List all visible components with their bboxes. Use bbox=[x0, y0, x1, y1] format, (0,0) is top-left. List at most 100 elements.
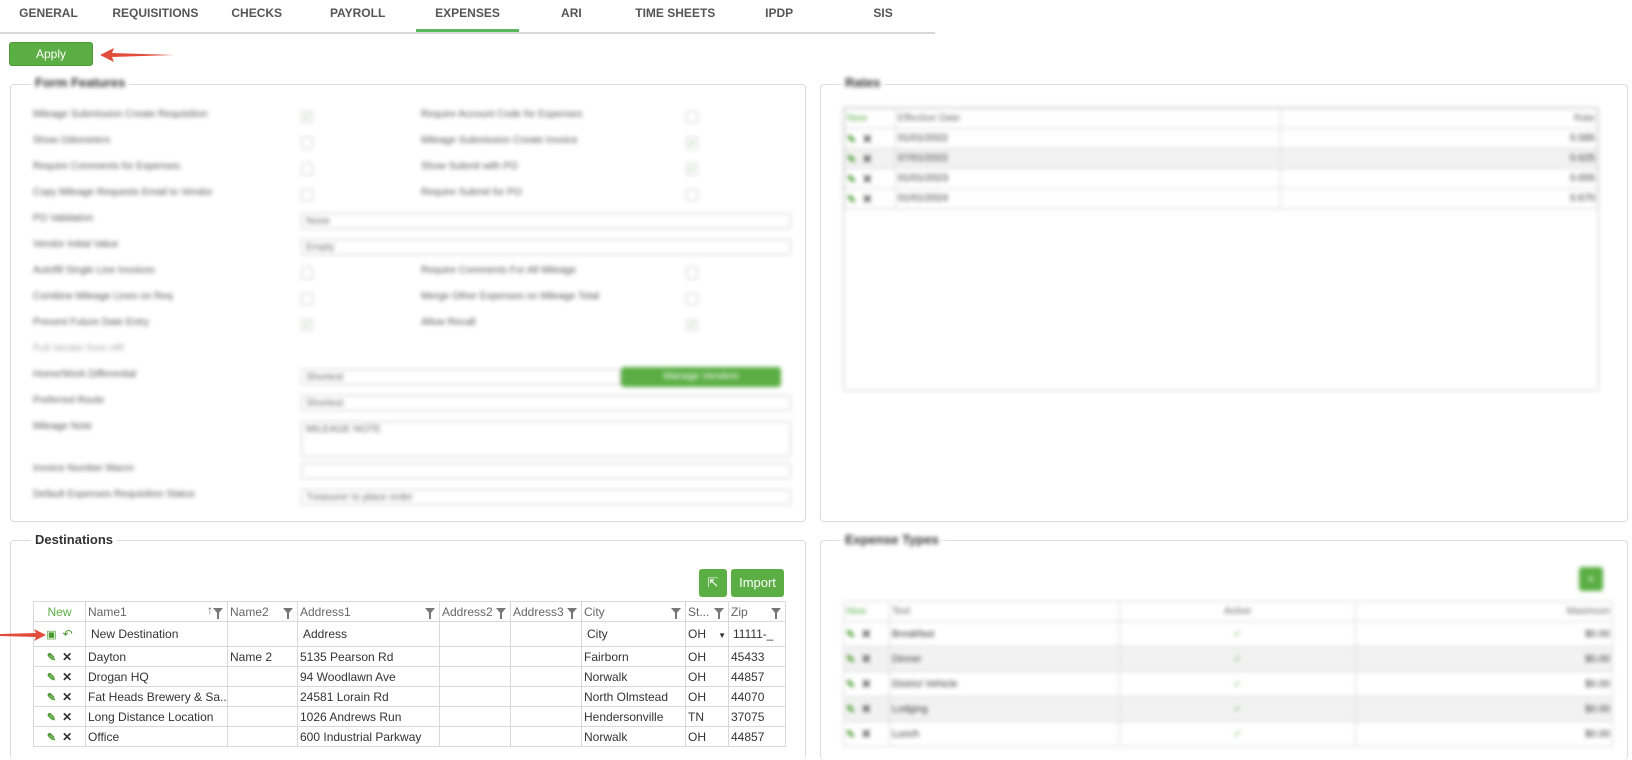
manage-vendors-button[interactable]: Manage Vendors bbox=[621, 367, 781, 387]
filter-icon[interactable] bbox=[714, 608, 724, 619]
ff-checkbox[interactable] bbox=[686, 111, 698, 123]
ff-checkbox[interactable] bbox=[301, 267, 313, 279]
rates-row-actions[interactable]: ✎ ✕ bbox=[844, 148, 896, 169]
ff-checkbox[interactable]: ✓ bbox=[301, 111, 313, 123]
expense-max-header[interactable]: Maximum bbox=[1355, 601, 1613, 622]
tab-ipdp[interactable]: IPDP bbox=[727, 0, 831, 32]
filter-icon[interactable] bbox=[567, 608, 577, 619]
ff-select[interactable]: Shortest bbox=[301, 395, 791, 411]
delete-icon[interactable]: ✕ bbox=[62, 710, 72, 724]
filter-icon[interactable] bbox=[283, 608, 293, 619]
ff-checkbox[interactable] bbox=[301, 137, 313, 149]
add-expense-type-button[interactable]: + bbox=[1579, 567, 1603, 591]
col-header-name1[interactable]: Name1 ↑ bbox=[85, 601, 228, 622]
name2-input[interactable] bbox=[227, 621, 298, 647]
ff-checkbox[interactable]: ✓ bbox=[686, 163, 698, 175]
col-header-address3[interactable]: Address3 bbox=[510, 601, 582, 622]
expense-row-actions[interactable]: ✎ ✕ bbox=[843, 621, 890, 647]
table-row[interactable]: ✎ ✕ Long Distance Location 1026 Andrews R… bbox=[33, 706, 786, 727]
zip-input[interactable]: 11111-_ bbox=[728, 621, 786, 647]
name1-input[interactable]: New Destination bbox=[85, 621, 228, 647]
filter-icon[interactable] bbox=[496, 608, 506, 619]
ff-select[interactable]: Empty bbox=[301, 239, 791, 255]
cell-state: OH bbox=[685, 666, 729, 687]
col-header-zip[interactable]: Zip bbox=[728, 601, 786, 622]
ff-checkbox[interactable] bbox=[686, 267, 698, 279]
ff-select[interactable]: Shortest bbox=[301, 369, 621, 385]
rates-row-actions[interactable]: ✎ ✕ bbox=[844, 168, 896, 189]
rates-row-actions[interactable]: ✎ ✕ bbox=[844, 188, 896, 209]
filter-icon[interactable] bbox=[771, 608, 781, 619]
rates-rate-header[interactable]: Rate bbox=[1280, 108, 1598, 129]
expense-row-actions[interactable]: ✎ ✕ bbox=[843, 671, 890, 697]
expense-row-actions[interactable]: ✎ ✕ bbox=[843, 696, 890, 722]
ff-checkbox[interactable] bbox=[301, 189, 313, 201]
ff-label: Invoice Number Macro bbox=[33, 463, 134, 474]
address3-input[interactable] bbox=[510, 621, 582, 647]
apply-button[interactable]: Apply bbox=[9, 42, 93, 66]
undo-icon[interactable]: ↶ bbox=[63, 627, 73, 641]
rates-date-header[interactable]: Effective Date bbox=[895, 108, 1281, 129]
edit-icon[interactable]: ✎ bbox=[47, 732, 56, 744]
cell-name1: Fat Heads Brewery & Sa... bbox=[85, 686, 228, 707]
tab-requisitions[interactable]: REQUISITIONS bbox=[97, 0, 214, 32]
tab-sis[interactable]: SIS bbox=[831, 0, 935, 32]
ff-checkbox[interactable] bbox=[686, 189, 698, 201]
tab-general[interactable]: GENERAL bbox=[0, 0, 97, 32]
ff-checkbox[interactable]: ✓ bbox=[301, 319, 313, 331]
col-header-city[interactable]: City bbox=[581, 601, 686, 622]
import-button[interactable]: Import bbox=[731, 569, 784, 597]
filter-icon[interactable] bbox=[213, 608, 223, 619]
export-button[interactable]: ⇱ bbox=[699, 569, 727, 597]
address2-input[interactable] bbox=[439, 621, 511, 647]
expense-new-header[interactable]: New bbox=[843, 601, 890, 622]
filter-icon[interactable] bbox=[425, 608, 435, 619]
delete-icon[interactable]: ✕ bbox=[62, 650, 72, 664]
ff-checkbox[interactable]: ✓ bbox=[686, 137, 698, 149]
table-row[interactable]: ✎ ✕ Office 600 Industrial Parkway Norwalk… bbox=[33, 726, 786, 747]
delete-icon[interactable]: ✕ bbox=[62, 670, 72, 684]
edit-icon[interactable]: ✎ bbox=[47, 672, 56, 684]
cell-address1: 600 Industrial Parkway bbox=[297, 726, 440, 747]
ff-label: Prevent Future Date Entry bbox=[33, 317, 150, 328]
city-input[interactable]: City bbox=[581, 621, 686, 647]
ff-checkbox[interactable] bbox=[301, 163, 313, 175]
new-destination-row: ▣ ↶ New Destination Address City OH ▼ 1111… bbox=[33, 621, 786, 647]
edit-icon[interactable]: ✎ bbox=[47, 652, 56, 664]
ff-input[interactable] bbox=[301, 463, 791, 479]
delete-icon[interactable]: ✕ bbox=[62, 730, 72, 744]
col-header-name2[interactable]: Name2 bbox=[227, 601, 298, 622]
expense-row-actions[interactable]: ✎ ✕ bbox=[843, 721, 890, 747]
edit-icon[interactable]: ✎ bbox=[47, 712, 56, 724]
col-header-address1[interactable]: Address1 bbox=[297, 601, 440, 622]
edit-icon[interactable]: ✎ bbox=[47, 692, 56, 704]
delete-icon[interactable]: ✕ bbox=[62, 690, 72, 704]
table-row[interactable]: ✎ ✕ Dayton Name 2 5135 Pearson Rd Fairbor… bbox=[33, 646, 786, 667]
col-header-state[interactable]: St... bbox=[685, 601, 729, 622]
tab-expenses[interactable]: EXPENSES bbox=[415, 0, 520, 32]
tab-ari[interactable]: ARI bbox=[519, 0, 623, 32]
state-select[interactable]: OH ▼ bbox=[685, 621, 729, 647]
ff-checkbox[interactable]: ✓ bbox=[686, 319, 698, 331]
rates-new-header[interactable]: New bbox=[844, 108, 896, 129]
tab-time-sheets[interactable]: TIME SHEETS bbox=[623, 0, 727, 32]
ff-checkbox[interactable] bbox=[301, 293, 313, 305]
tab-checks[interactable]: CHECKS bbox=[214, 0, 300, 32]
ff-select[interactable]: Treasurer to place order bbox=[301, 489, 791, 505]
rates-row-actions[interactable]: ✎ ✕ bbox=[844, 128, 896, 149]
expense-active-header[interactable]: Active bbox=[1119, 601, 1356, 622]
ff-select[interactable]: None bbox=[301, 213, 791, 229]
ff-textarea[interactable]: MILEAGE NOTE bbox=[301, 421, 791, 457]
ff-checkbox[interactable] bbox=[686, 293, 698, 305]
cell-name2 bbox=[227, 686, 298, 707]
address1-input[interactable]: Address bbox=[297, 621, 440, 647]
expense-text-header[interactable]: Text bbox=[889, 601, 1120, 622]
filter-icon[interactable] bbox=[671, 608, 681, 619]
col-header-address2[interactable]: Address2 bbox=[439, 601, 511, 622]
table-row[interactable]: ✎ ✕ Drogan HQ 94 Woodlawn Ave Norwalk OH … bbox=[33, 666, 786, 687]
expense-row-actions[interactable]: ✎ ✕ bbox=[843, 646, 890, 672]
tab-payroll[interactable]: PAYROLL bbox=[300, 0, 416, 32]
new-header[interactable]: New bbox=[33, 601, 86, 622]
cell-city: North Olmstead bbox=[581, 686, 686, 707]
table-row[interactable]: ✎ ✕ Fat Heads Brewery & Sa... 24581 Lorai… bbox=[33, 686, 786, 707]
